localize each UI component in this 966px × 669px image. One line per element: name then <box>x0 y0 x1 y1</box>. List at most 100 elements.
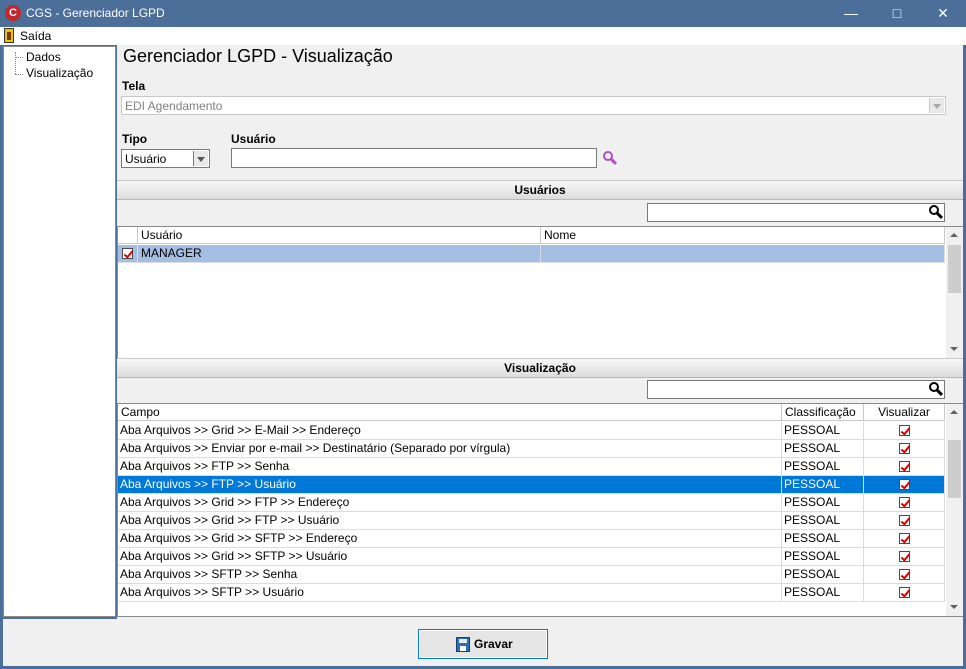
menu-item-exit[interactable]: Saída <box>0 27 60 45</box>
classificacao-cell: PESSOAL <box>782 440 864 458</box>
classificacao-cell: PESSOAL <box>782 530 864 548</box>
campo-cell: Aba Arquivos >> Grid >> E-Mail >> Endere… <box>118 422 782 440</box>
visualizar-checkbox[interactable] <box>899 443 910 454</box>
visualizar-checkbox[interactable] <box>899 587 910 598</box>
scroll-down-icon[interactable] <box>946 341 963 358</box>
classificacao-cell: PESSOAL <box>782 494 864 512</box>
chevron-down-icon <box>193 151 208 166</box>
visualizar-checkbox[interactable] <box>899 551 910 562</box>
visualizar-checkbox[interactable] <box>899 425 910 436</box>
nome-cell <box>541 245 945 263</box>
usuario-label: Usuário <box>231 132 276 146</box>
column-header-nome[interactable]: Nome <box>541 227 945 244</box>
tree-connector <box>15 57 23 58</box>
table-row[interactable]: Aba Arquivos >> Grid >> SFTP >> Usuário P… <box>118 548 945 566</box>
table-row[interactable]: Aba Arquivos >> Enviar por e-mail >> Des… <box>118 440 945 458</box>
visualizacao-grid: Campo Classificação Visualizar Aba Arqui… <box>117 403 963 617</box>
classificacao-cell: PESSOAL <box>782 458 864 476</box>
menu-bar: Saída <box>0 27 966 45</box>
minimize-button[interactable]: — <box>828 0 874 27</box>
tree-item-visualizacao[interactable]: Visualização <box>26 66 93 80</box>
visualizar-cell <box>864 458 945 476</box>
grid-header: Campo Classificação Visualizar <box>118 404 945 421</box>
save-disk-icon <box>456 637 470 652</box>
row-checkbox[interactable] <box>122 248 133 259</box>
visualizar-checkbox[interactable] <box>899 533 910 544</box>
campo-cell: Aba Arquivos >> Grid >> SFTP >> Usuário <box>118 548 782 566</box>
visualizar-cell <box>864 512 945 530</box>
save-button-label: Gravar <box>474 637 513 651</box>
maximize-button[interactable]: □ <box>874 0 920 27</box>
column-header-campo[interactable]: Campo <box>118 404 782 421</box>
campo-cell: Aba Arquivos >> FTP >> Usuário <box>118 476 782 494</box>
table-row[interactable]: Aba Arquivos >> Grid >> SFTP >> Endereço… <box>118 530 945 548</box>
visualizar-cell <box>864 566 945 584</box>
table-row[interactable]: MANAGER <box>118 245 945 263</box>
column-header-visualizar[interactable]: Visualizar <box>864 404 945 421</box>
table-row[interactable]: Aba Arquivos >> Grid >> FTP >> Endereço P… <box>118 494 945 512</box>
menu-item-exit-label: Saída <box>20 29 52 43</box>
vertical-scrollbar[interactable] <box>946 227 963 358</box>
visualizar-cell <box>864 476 945 494</box>
table-row[interactable]: Aba Arquivos >> FTP >> Usuário PESSOAL <box>118 476 945 494</box>
scroll-thumb[interactable] <box>948 245 961 293</box>
campo-cell: Aba Arquivos >> Enviar por e-mail >> Des… <box>118 440 782 458</box>
visualizar-cell <box>864 494 945 512</box>
close-button[interactable]: ✕ <box>920 0 966 27</box>
usuario-input[interactable] <box>231 148 597 168</box>
window-title: CGS - Gerenciador LGPD <box>26 6 165 20</box>
scroll-down-icon[interactable] <box>946 599 963 616</box>
classificacao-cell: PESSOAL <box>782 476 864 494</box>
classificacao-cell: PESSOAL <box>782 422 864 440</box>
exit-icon <box>4 28 14 43</box>
tree-item-dados[interactable]: Dados <box>26 50 61 64</box>
classificacao-cell: PESSOAL <box>782 566 864 584</box>
table-row[interactable]: Aba Arquivos >> FTP >> Senha PESSOAL <box>118 458 945 476</box>
tipo-select-value: Usuário <box>125 152 167 166</box>
visualizacao-filter-input[interactable] <box>647 380 945 399</box>
visualizar-checkbox[interactable] <box>899 479 910 490</box>
visualizar-cell <box>864 422 945 440</box>
usuario-cell: MANAGER <box>138 245 541 263</box>
chevron-down-icon <box>929 98 944 113</box>
tela-select-value: EDI Agendamento <box>125 99 223 113</box>
vertical-scrollbar[interactable] <box>946 404 963 616</box>
visualizar-checkbox[interactable] <box>899 461 910 472</box>
usuarios-filter-input[interactable] <box>647 203 945 222</box>
tela-label: Tela <box>122 79 146 93</box>
visualizar-checkbox[interactable] <box>899 497 910 508</box>
tipo-select[interactable]: Usuário <box>121 149 210 168</box>
search-icon[interactable] <box>929 382 944 397</box>
campo-cell: Aba Arquivos >> FTP >> Senha <box>118 458 782 476</box>
tela-select[interactable]: EDI Agendamento <box>121 96 946 115</box>
row-select-cell <box>118 245 138 263</box>
table-row[interactable]: Aba Arquivos >> SFTP >> Senha PESSOAL <box>118 566 945 584</box>
scroll-thumb[interactable] <box>948 440 961 498</box>
navigation-tree: Dados Visualização <box>3 46 116 617</box>
visualizar-checkbox[interactable] <box>899 515 910 526</box>
scroll-up-icon[interactable] <box>946 404 963 421</box>
column-header-select <box>118 227 138 244</box>
classificacao-cell: PESSOAL <box>782 512 864 530</box>
table-row[interactable]: Aba Arquivos >> Grid >> FTP >> Usuário PE… <box>118 512 945 530</box>
table-row[interactable]: Aba Arquivos >> SFTP >> Usuário PESSOAL <box>118 584 945 602</box>
save-button[interactable]: Gravar <box>418 629 548 659</box>
usuarios-section-header: Usuários <box>117 180 963 200</box>
app-logo-icon: C <box>5 5 21 21</box>
visualizar-checkbox[interactable] <box>899 569 910 580</box>
visualizar-cell <box>864 548 945 566</box>
campo-cell: Aba Arquivos >> Grid >> SFTP >> Endereço <box>118 530 782 548</box>
column-header-classificacao[interactable]: Classificação <box>782 404 864 421</box>
classificacao-cell: PESSOAL <box>782 584 864 602</box>
column-header-usuario[interactable]: Usuário <box>138 227 541 244</box>
search-icon[interactable] <box>929 205 944 220</box>
table-row[interactable]: Aba Arquivos >> Grid >> E-Mail >> Endere… <box>118 422 945 440</box>
search-icon[interactable] <box>603 151 618 166</box>
tipo-label: Tipo <box>122 132 148 146</box>
visualizar-cell <box>864 440 945 458</box>
visualizacao-section-header: Visualização <box>117 358 963 378</box>
visualizar-cell <box>864 584 945 602</box>
scroll-up-icon[interactable] <box>946 227 963 244</box>
campo-cell: Aba Arquivos >> SFTP >> Senha <box>118 566 782 584</box>
tree-connector <box>15 74 23 75</box>
